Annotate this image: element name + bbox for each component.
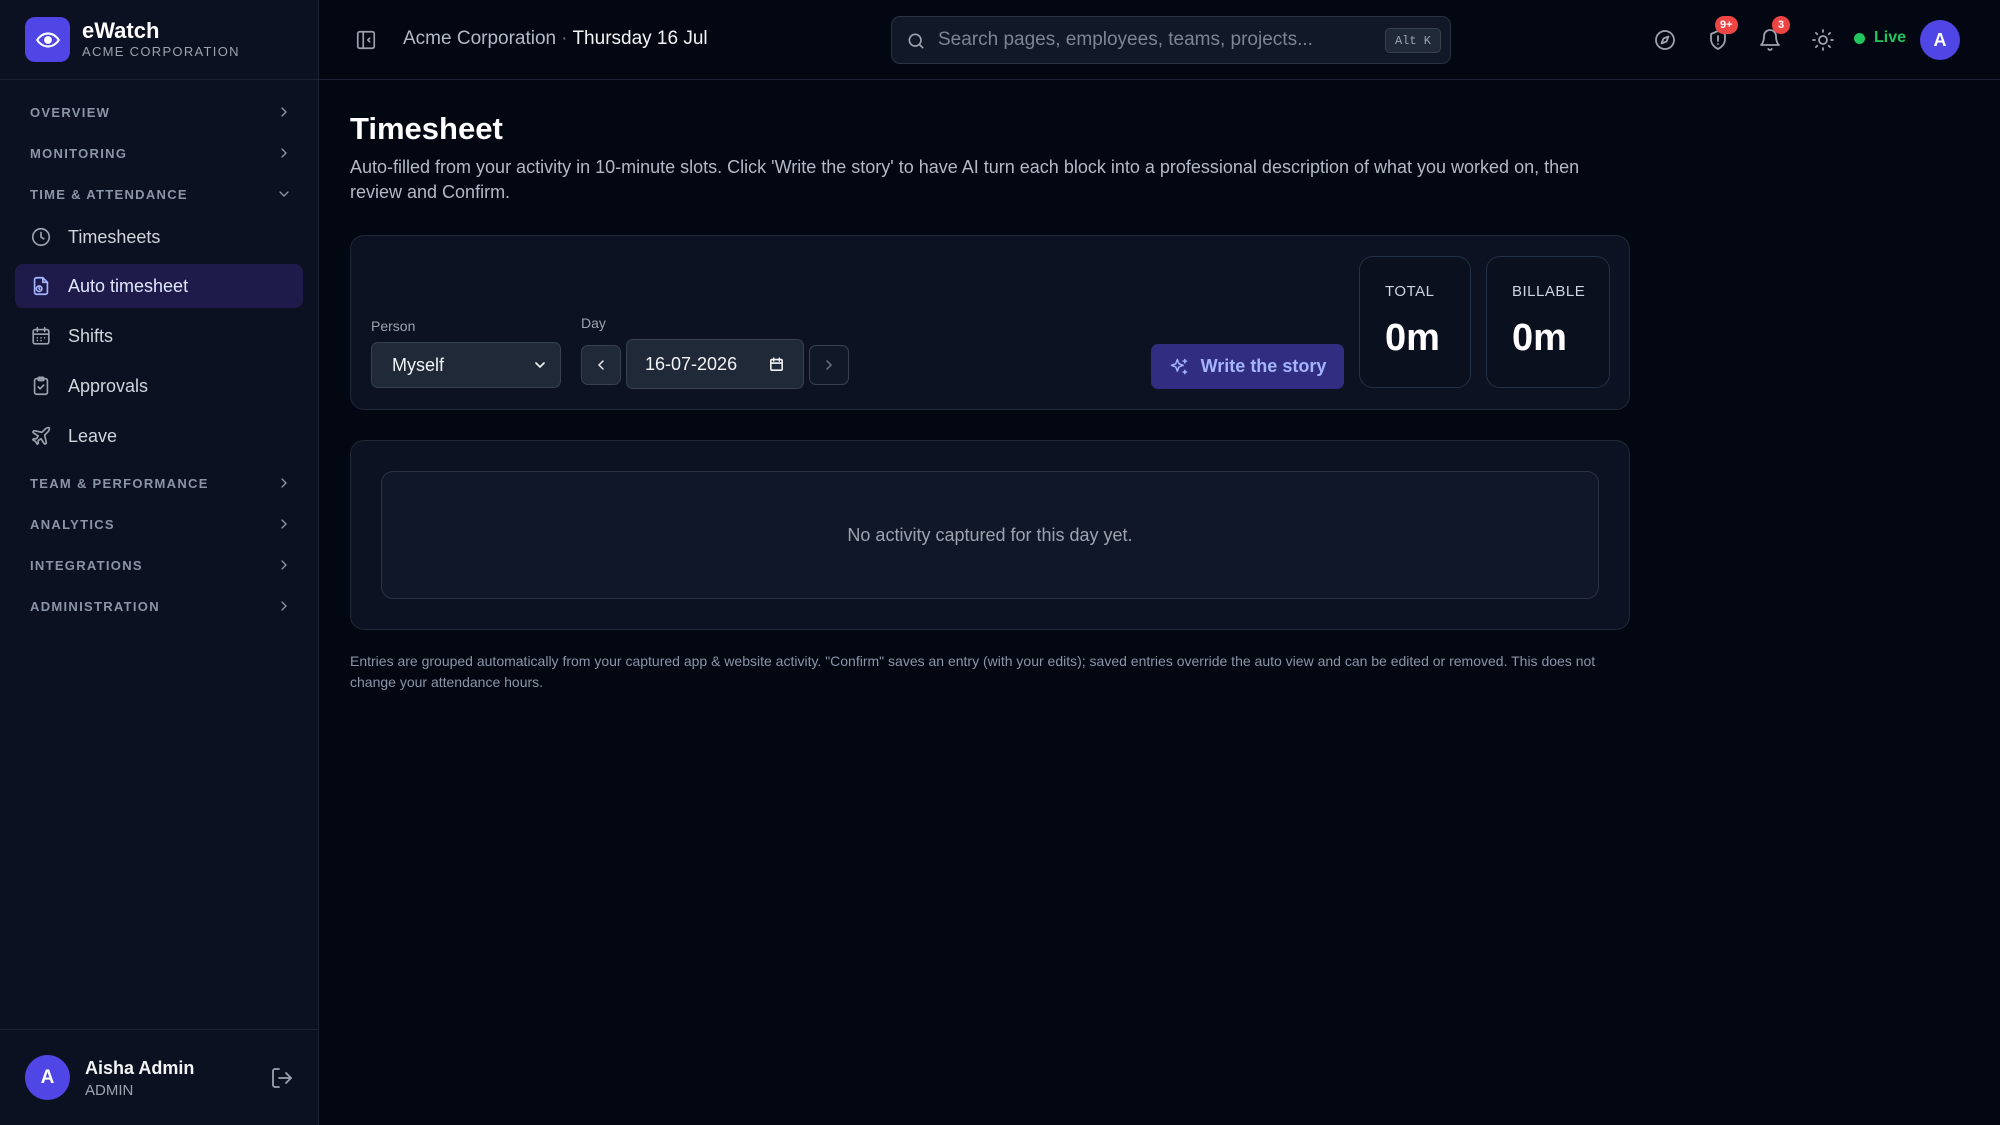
brand-subtitle: ACME CORPORATION bbox=[82, 44, 240, 59]
nav-section-label: TIME & ATTENDANCE bbox=[30, 186, 188, 202]
nav-section-integrations[interactable]: INTEGRATIONS bbox=[30, 551, 292, 579]
user-role: ADMIN bbox=[85, 1082, 134, 1099]
chevron-right-icon bbox=[281, 560, 287, 570]
plane-icon bbox=[31, 426, 51, 446]
search-input[interactable] bbox=[938, 25, 1368, 55]
nav-section-label: ADMINISTRATION bbox=[30, 598, 160, 614]
brand-name: eWatch bbox=[82, 18, 160, 43]
chevron-right-icon bbox=[281, 478, 287, 488]
user-name: Aisha Admin bbox=[85, 1058, 195, 1078]
person-select-value: Myself bbox=[392, 354, 445, 375]
chevron-down-icon bbox=[535, 362, 545, 369]
breadcrumb-org: Acme Corporation bbox=[403, 28, 557, 49]
sidebar-item-leave[interactable]: Leave bbox=[15, 414, 303, 458]
breadcrumb-separator: · bbox=[561, 28, 568, 49]
sidebar-item-shifts[interactable]: Shifts bbox=[15, 314, 303, 358]
nav-section-administration[interactable]: ADMINISTRATION bbox=[30, 592, 292, 620]
avatar[interactable]: A bbox=[1920, 20, 1960, 60]
eye-logo-icon[interactable] bbox=[25, 17, 70, 62]
page-description: Auto-filled from your activity in 10-min… bbox=[350, 157, 1580, 202]
total-value: 0m bbox=[1385, 317, 1440, 359]
nav-section-monitoring[interactable]: MONITORING bbox=[30, 139, 292, 167]
auto-timer-icon bbox=[33, 276, 49, 296]
sun-icon[interactable] bbox=[1811, 28, 1835, 52]
brand: eWatch ACME CORPORATION bbox=[0, 0, 318, 80]
sidebar-toggle-icon[interactable] bbox=[355, 29, 377, 51]
sparkles-icon bbox=[1170, 358, 1187, 374]
nav-section-time-attendance[interactable]: TIME & ATTENDANCE bbox=[30, 180, 292, 208]
clipboard-check-icon bbox=[33, 376, 49, 396]
alerts-badge: 9+ bbox=[1715, 16, 1738, 34]
sidebar-item-timesheets[interactable]: Timesheets bbox=[15, 215, 303, 259]
total-label: TOTAL bbox=[1385, 283, 1435, 300]
chevron-right-icon bbox=[281, 107, 287, 117]
sidebar-item-label: Leave bbox=[68, 425, 118, 446]
day-date-value: 16-07-2026 bbox=[645, 353, 738, 374]
search-shortcut-hint: Alt K bbox=[1384, 28, 1441, 53]
user-profile: A Aisha Admin ADMIN bbox=[0, 1029, 318, 1125]
sidebar-item-label: Auto timesheet bbox=[68, 275, 189, 296]
breadcrumb: Acme Corporation · Thursday 16 Jul bbox=[403, 28, 708, 50]
sidebar: eWatch ACME CORPORATION OVERVIEW MONITOR… bbox=[0, 0, 319, 1125]
chevron-right-icon bbox=[826, 360, 833, 370]
chevron-right-icon bbox=[281, 519, 287, 529]
write-story-button[interactable]: Write the story bbox=[1151, 344, 1344, 389]
billable-label: BILLABLE bbox=[1512, 283, 1586, 300]
clock-icon bbox=[31, 227, 51, 247]
nav-section-overview[interactable]: OVERVIEW bbox=[30, 98, 292, 126]
notifications-badge: 3 bbox=[1772, 16, 1790, 34]
avatar[interactable]: A bbox=[25, 1055, 70, 1100]
logout-icon[interactable] bbox=[270, 1066, 294, 1090]
nav-section-label: MONITORING bbox=[30, 145, 128, 161]
live-label: Live bbox=[1874, 29, 1907, 46]
write-story-label: Write the story bbox=[1200, 356, 1327, 376]
person-label: Person bbox=[371, 318, 416, 334]
timesheet-controls: Person Myself Day 16-07-2026 Write the s… bbox=[350, 235, 1630, 410]
compass-icon[interactable] bbox=[1653, 28, 1677, 52]
day-label: Day bbox=[581, 315, 606, 331]
total-stat: TOTAL 0m bbox=[1359, 256, 1471, 388]
calendar-icon bbox=[32, 326, 50, 345]
sidebar-item-label: Timesheets bbox=[68, 226, 161, 247]
nav-section-label: OVERVIEW bbox=[30, 104, 111, 120]
nav-section-team-performance[interactable]: TEAM & PERFORMANCE bbox=[30, 469, 292, 497]
next-day-button[interactable] bbox=[809, 345, 849, 385]
empty-state: No activity captured for this day yet. bbox=[381, 471, 1599, 599]
global-search[interactable]: Alt K bbox=[891, 16, 1451, 64]
search-icon bbox=[908, 33, 924, 49]
previous-day-button[interactable] bbox=[581, 345, 621, 385]
breadcrumb-date: Thursday 16 Jul bbox=[572, 28, 708, 49]
chevron-left-icon bbox=[597, 360, 604, 370]
person-select[interactable]: Myself bbox=[371, 342, 561, 388]
nav-section-label: INTEGRATIONS bbox=[30, 557, 143, 573]
chevron-down-icon bbox=[279, 191, 289, 197]
billable-value: 0m bbox=[1512, 317, 1567, 359]
live-status: Live bbox=[1854, 29, 1906, 47]
nav-section-label: TEAM & PERFORMANCE bbox=[30, 475, 209, 491]
live-dot-icon bbox=[1854, 32, 1865, 44]
sidebar-item-label: Shifts bbox=[68, 325, 114, 346]
chevron-right-icon bbox=[281, 148, 287, 158]
billable-stat: BILLABLE 0m bbox=[1486, 256, 1610, 388]
top-bar: Acme Corporation·Thursday 16 Jul Alt K 9… bbox=[319, 0, 2000, 80]
calendar-icon[interactable] bbox=[768, 356, 785, 373]
footnote: Entries are grouped automatically from y… bbox=[350, 653, 1596, 690]
day-date-input[interactable]: 16-07-2026 bbox=[626, 339, 804, 389]
empty-state-message: No activity captured for this day yet. bbox=[847, 524, 1133, 545]
sidebar-item-approvals[interactable]: Approvals bbox=[15, 364, 303, 408]
nav-section-label: ANALYTICS bbox=[30, 516, 115, 532]
nav-section-analytics[interactable]: ANALYTICS bbox=[30, 510, 292, 538]
sidebar-item-auto-timesheet[interactable]: Auto timesheet bbox=[15, 264, 303, 308]
sidebar-item-label: Approvals bbox=[68, 375, 149, 396]
chevron-right-icon bbox=[281, 601, 287, 611]
activity-list: No activity captured for this day yet. bbox=[350, 440, 1630, 630]
page-title: Timesheet bbox=[350, 111, 503, 146]
